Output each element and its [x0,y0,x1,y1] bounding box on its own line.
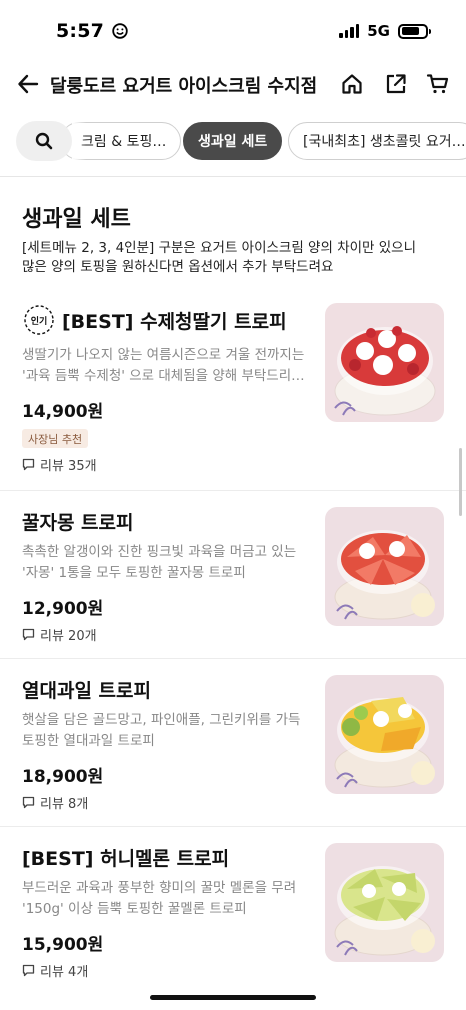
item-description: 촉촉한 알갱이와 진한 핑크빛 과육을 머금고 있는 '자몽' 1통을 모두 토… [22,542,314,584]
smiley-icon [112,23,128,39]
home-indicator[interactable] [150,995,316,1000]
review-count: 리뷰 20개 [40,629,97,644]
chip-fresh-fruit-set[interactable]: 생과일 세트 [183,122,283,160]
comment-icon [22,628,35,641]
review-count: 리뷰 35개 [40,459,97,474]
item-price: 12,900원 [22,599,104,619]
owner-recommend-badge: 사장님 추천 [22,429,89,448]
item-title: [BEST] 수제청딸기 트로피 [62,310,287,333]
section-title: 생과일 세트 [22,207,131,232]
home-button[interactable] [338,70,366,98]
item-description: 햇살을 담은 골드망고, 파인애플, 그린키위를 가득 토핑한 열대과일 트로피 [22,710,314,752]
battery-icon [398,23,431,39]
item-review: 리뷰 35개 [22,455,97,474]
section-description: [세트메뉴 2, 3, 4인분] 구분은 요거트 아이스크림 양의 차이만 있으… [22,239,452,277]
header: 달룽도르 요거트 아이스크림 수지점 [0,60,466,110]
item-divider [0,826,466,827]
item-review: 리뷰 20개 [22,625,97,644]
popular-badge-icon: 인기 [22,303,56,337]
chip-label: 크림 & 토핑… [81,134,167,150]
category-chips: 크림 & 토핑… 생과일 세트 [국내최초] 생초콜릿 요거… [0,121,466,165]
item-divider [0,658,466,659]
item-title-row: [BEST] 허니멜론 트로피 [22,844,229,871]
home-icon [342,74,362,94]
back-button[interactable] [14,70,42,98]
signal-icon [339,24,360,38]
item-divider [0,490,466,491]
item-desc-line: 토핑한 열대과일 트로피 [22,733,155,749]
item-review: 리뷰 4개 [22,961,88,980]
review-count: 리뷰 4개 [40,965,89,980]
network-label: 5G [367,22,390,40]
item-review: 리뷰 8개 [22,793,88,812]
comment-icon [22,964,35,977]
item-description: 생딸기가 나오지 않는 여름시즌으로 겨울 전까지는 '과육 듬뿍 수제청' 으… [22,345,314,387]
item-title: 꿀자몽 트로피 [22,512,134,534]
item-description: 부드러운 과육과 풍부한 향미의 꿀맛 멜론을 무려 '150g' 이상 듬뿍 … [22,878,314,920]
share-icon [386,74,406,94]
item-desc-line: '150g' 이상 듬뿍 토핑한 꿀멜론 트로피 [22,901,247,917]
divider [0,176,466,177]
page-title: 달룽도르 요거트 아이스크림 수지점 [50,76,318,97]
item-title: 열대과일 트로피 [22,680,151,702]
scrollbar[interactable] [459,448,462,516]
item-price: 15,900원 [22,935,104,955]
grapefruit-bowl-image [325,507,444,626]
tropical-bowl-image [325,675,444,794]
chip-fade [72,121,86,163]
chip-chocolate[interactable]: [국내최초] 생초콜릿 요거… [288,122,466,160]
section-desc-line: 많은 양의 토핑을 원하신다면 옵션에서 추가 부탁드려요 [22,259,334,275]
melon-bowl-image [325,843,444,962]
cart-icon [426,74,449,94]
comment-icon [22,796,35,809]
search-button[interactable] [16,121,72,161]
popular-badge-label: 인기 [30,316,48,327]
item-desc-line: 부드러운 과육과 풍부한 향미의 꿀맛 멜론을 무려 [22,880,297,896]
comment-icon [22,458,35,471]
item-desc-line: 생딸기가 나오지 않는 여름시즌으로 겨울 전까지는 [22,347,305,363]
item-title-row: 꿀자몽 트로피 [22,508,134,535]
status-bar: 5:57 5G [0,0,466,56]
chip-label: 생과일 세트 [198,134,268,150]
section-desc-line: [세트메뉴 2, 3, 4인분] 구분은 요거트 아이스크림 양의 차이만 있으… [22,240,417,256]
item-price: 18,900원 [22,767,104,787]
item-desc-line: '과육 듬뿍 수제청' 으로 대체됨을 양해 부탁드리… [22,368,305,384]
item-desc-line: 햇살을 담은 골드망고, 파인애플, 그린키위를 가득 [22,712,301,728]
review-count: 리뷰 8개 [40,797,89,812]
share-button[interactable] [382,70,410,98]
item-title-row: 인기 [BEST] 수제청딸기 트로피 [22,303,287,337]
item-title: [BEST] 허니멜론 트로피 [22,848,230,870]
strawberry-bowl-image [325,303,444,422]
item-desc-line: '자몽' 1통을 모두 토핑한 꿀자몽 트로피 [22,565,246,581]
cart-button[interactable] [424,70,452,98]
item-price: 14,900원 [22,402,104,422]
arrow-left-icon [18,74,39,94]
item-desc-line: 촉촉한 알갱이와 진한 핑크빛 과육을 머금고 있는 [22,544,297,560]
item-title-row: 열대과일 트로피 [22,676,151,703]
chip-label: [국내최초] 생초콜릿 요거… [303,134,466,150]
status-time: 5:57 [56,20,128,42]
search-icon [35,132,53,150]
